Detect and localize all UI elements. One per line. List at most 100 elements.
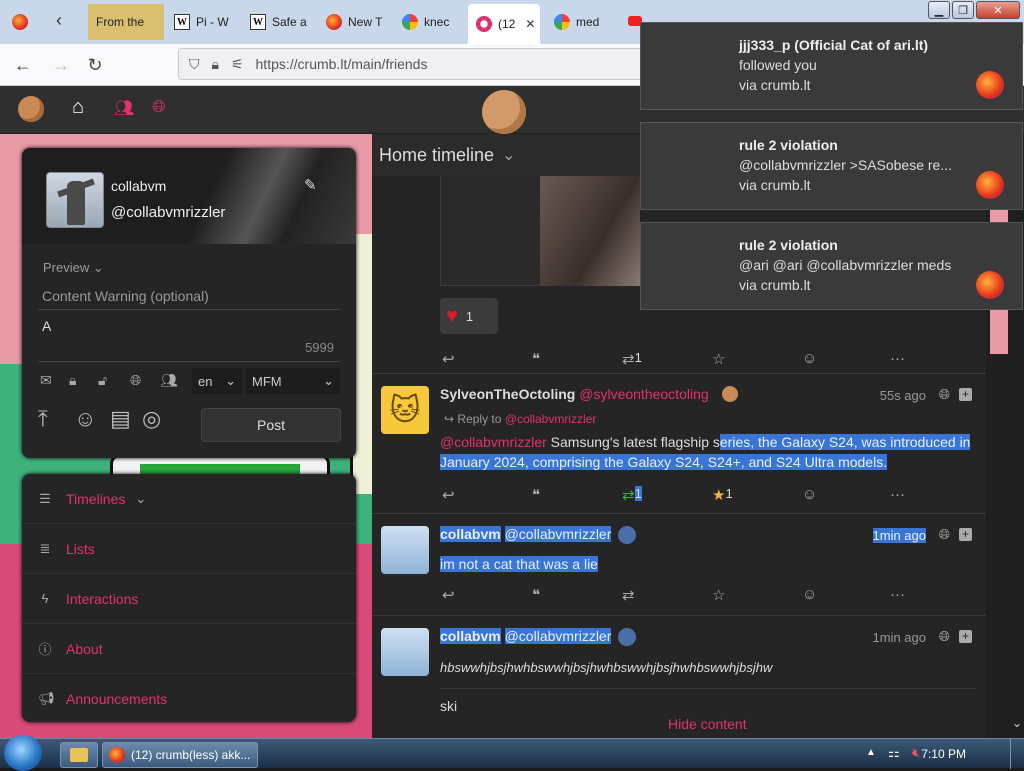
minimize-button[interactable]: ▁ bbox=[928, 1, 950, 19]
show-desktop-button[interactable] bbox=[1010, 739, 1024, 769]
expand-icon[interactable]: + bbox=[959, 630, 972, 643]
emoji-react-icon[interactable]: ☺ bbox=[802, 586, 817, 603]
quote-icon[interactable]: ❝ bbox=[532, 586, 540, 604]
back-button[interactable]: ← bbox=[10, 52, 36, 78]
expand-icon[interactable]: + bbox=[959, 528, 972, 541]
post-author[interactable]: collabvm @collabvmrizzler bbox=[440, 526, 612, 542]
close-tab-icon[interactable]: ✕ bbox=[525, 17, 535, 31]
upload-icon[interactable]: ⤒ bbox=[38, 406, 48, 432]
notification-toast[interactable]: rule 2 violation @collabvmrizzler >SASob… bbox=[640, 122, 1023, 210]
quote-icon[interactable]: ❝ bbox=[532, 350, 540, 368]
url-text[interactable]: https://crumb.lt/main/friends bbox=[256, 56, 428, 72]
star-icon[interactable]: ☆ bbox=[712, 586, 725, 604]
reaction-heart[interactable]: ♥ 1 bbox=[440, 298, 498, 334]
more-icon[interactable]: ··· bbox=[890, 486, 905, 503]
emoji-react-icon[interactable]: ☺ bbox=[802, 350, 817, 367]
avatar[interactable] bbox=[46, 172, 104, 228]
firefox-menu-icon[interactable] bbox=[12, 14, 28, 30]
users-icon[interactable]: 👥︎ bbox=[114, 98, 134, 118]
permissions-icon[interactable]: ⚟ bbox=[231, 56, 244, 73]
scrollbar-down-arrow[interactable]: ⌄ bbox=[1012, 716, 1022, 730]
globe-visibility-icon[interactable]: 🌐︎ bbox=[130, 372, 141, 389]
post-text-area[interactable]: A bbox=[38, 310, 340, 362]
tab-safe-wikipedia[interactable]: W Safe a bbox=[242, 4, 316, 40]
explorer-taskbar-button[interactable] bbox=[60, 742, 98, 768]
reload-button[interactable]: ↻ bbox=[82, 52, 108, 78]
lock-icon[interactable]: 🔒︎ bbox=[212, 56, 219, 73]
notification-toast[interactable]: rule 2 violation @ari @ari @collabvmrizz… bbox=[640, 222, 1023, 310]
avatar[interactable] bbox=[381, 628, 429, 676]
notification-toast[interactable]: jjj333_p (Official Cat of ari.lt) follow… bbox=[640, 22, 1023, 110]
post-author[interactable]: SylveonTheOctoling @sylveontheoctoling bbox=[440, 386, 709, 402]
forward-button[interactable]: → bbox=[48, 52, 74, 78]
content-warning-input[interactable]: Content Warning (optional) bbox=[38, 282, 340, 310]
boost-icon[interactable]: ⇄ bbox=[622, 586, 635, 604]
unlock-icon[interactable]: 🔓︎ bbox=[98, 372, 107, 389]
emoji-icon[interactable]: ☺ bbox=[74, 406, 96, 432]
url-bar[interactable]: ⛉ 🔒︎ ⚟ https://crumb.lt/main/friends bbox=[178, 48, 648, 80]
language-select[interactable]: en ⌄ bbox=[192, 368, 242, 394]
avatar[interactable] bbox=[381, 526, 429, 574]
reply-icon[interactable]: ↩ bbox=[442, 486, 455, 504]
post-button[interactable]: Post bbox=[201, 408, 341, 442]
crumb-logo-icon[interactable] bbox=[18, 96, 44, 122]
nav-item-interactions[interactable]: ϟ Interactions bbox=[22, 574, 356, 624]
lock-icon[interactable]: 🔒︎ bbox=[69, 372, 76, 389]
edit-profile-icon[interactable]: ✎ bbox=[304, 176, 317, 194]
profile-handle: @collabvmrizzler bbox=[111, 204, 226, 221]
format-select[interactable]: MFM ⌄ bbox=[246, 368, 340, 394]
post-time[interactable]: 1min ago bbox=[873, 630, 926, 645]
followers-icon[interactable]: 👥︎ bbox=[160, 372, 178, 389]
nav-item-about[interactable]: ⓘ About bbox=[22, 624, 356, 674]
tab-new-tab[interactable]: New T bbox=[318, 4, 392, 40]
post-author-handle: @collabvmrizzler bbox=[504, 526, 612, 542]
maximize-button[interactable]: ❐ bbox=[952, 1, 974, 19]
crumb-center-logo-icon[interactable] bbox=[482, 90, 526, 134]
start-button[interactable] bbox=[4, 735, 42, 771]
nav-item-timelines[interactable]: ☰ Timelines ⌄ bbox=[22, 474, 356, 524]
post-time[interactable]: 1min ago bbox=[872, 528, 926, 543]
globe-icon[interactable]: 🌐︎ bbox=[152, 97, 166, 117]
home-icon[interactable]: ⌂ bbox=[72, 96, 84, 119]
post-author[interactable]: collabvm @collabvmrizzler bbox=[440, 628, 612, 644]
quote-icon[interactable]: ❝ bbox=[532, 486, 540, 504]
mail-icon[interactable]: ✉ bbox=[40, 372, 52, 389]
tab-med[interactable]: med bbox=[546, 4, 620, 40]
chevron-down-icon[interactable]: ⌄ bbox=[502, 145, 515, 165]
firefox-taskbar-button[interactable]: (12) crumb(less) akk... bbox=[102, 742, 258, 768]
nav-item-lists[interactable]: ≣ Lists bbox=[22, 524, 356, 574]
reply-icon[interactable]: ↩ bbox=[442, 586, 455, 604]
tab-knec[interactable]: knec bbox=[394, 4, 464, 40]
reply-to-handle[interactable]: @collabvmrizzler bbox=[505, 412, 597, 426]
tab-crumb-active[interactable]: (12 ✕ bbox=[468, 4, 540, 44]
reply-icon[interactable]: ↩ bbox=[442, 350, 455, 368]
tab-pi-wikipedia[interactable]: W Pi - W bbox=[166, 4, 240, 40]
star-icon[interactable]: ☆ bbox=[712, 350, 725, 368]
media-image[interactable] bbox=[540, 176, 640, 286]
shield-icon[interactable]: ⛉ bbox=[189, 56, 200, 73]
boost-icon[interactable]: ⇄ 1 bbox=[622, 350, 642, 368]
nav-item-announcements[interactable]: 📢︎ Announcements bbox=[22, 674, 356, 724]
more-icon[interactable]: ··· bbox=[890, 350, 905, 367]
network-icon[interactable]: ⚏ bbox=[888, 745, 900, 761]
hide-content-button[interactable]: Hide content bbox=[668, 716, 747, 732]
chevron-down-icon[interactable]: ⌄ bbox=[135, 491, 146, 507]
mention-link[interactable]: @collabvmrizzler bbox=[440, 434, 547, 450]
more-icon[interactable]: ··· bbox=[890, 586, 905, 603]
volume-muted-icon[interactable]: 🔇︎ bbox=[912, 745, 920, 761]
expand-icon[interactable]: + bbox=[959, 388, 972, 401]
avatar[interactable]: 🐱︎ bbox=[381, 386, 429, 434]
post-time[interactable]: 55s ago bbox=[880, 388, 926, 403]
emoji-react-icon[interactable]: ☺ bbox=[802, 486, 817, 503]
close-window-button[interactable]: ✕ bbox=[976, 1, 1020, 19]
tab-from-the[interactable]: From the bbox=[88, 4, 164, 40]
star-icon[interactable]: ★ 1 bbox=[712, 486, 733, 504]
poll-icon[interactable]: ▤ bbox=[110, 406, 131, 432]
tab-scroll-left-icon[interactable]: ‹ bbox=[56, 10, 62, 31]
preview-toggle[interactable]: Preview ⌄ bbox=[43, 260, 104, 276]
tray-expand-icon[interactable]: ▲ bbox=[866, 747, 876, 758]
eye-slash-icon[interactable]: ◎ bbox=[142, 406, 161, 432]
firefox-icon bbox=[326, 14, 342, 30]
clock[interactable]: 7:10 PM bbox=[921, 747, 966, 761]
boost-icon[interactable]: ⇄ 1 bbox=[622, 486, 642, 504]
